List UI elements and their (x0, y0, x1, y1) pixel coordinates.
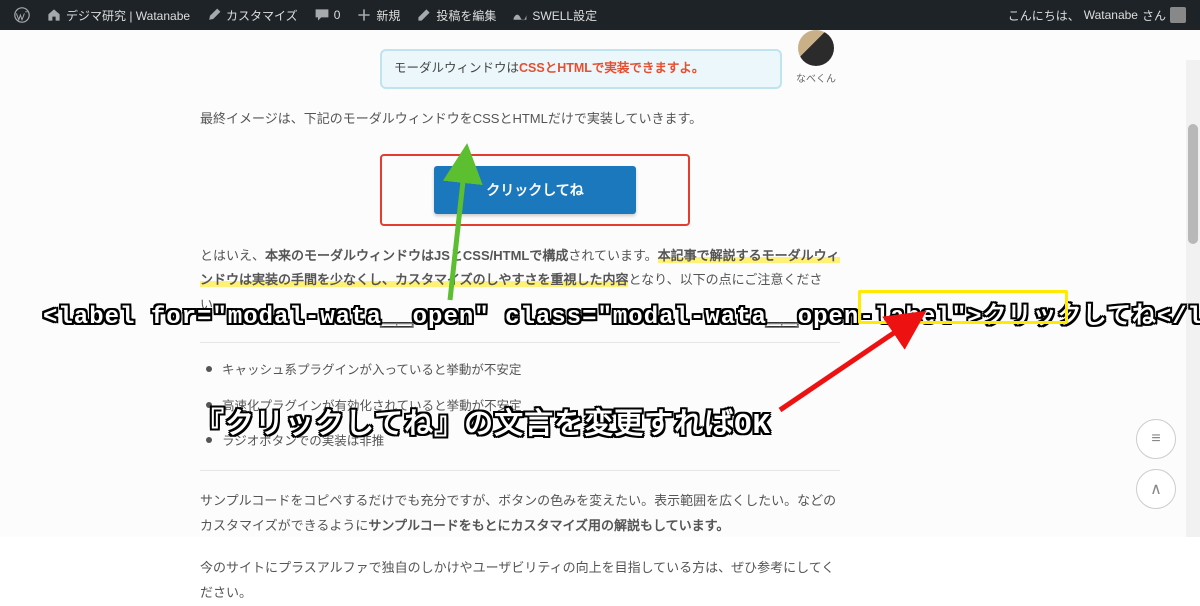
page-body: モーダルウィンドウはCSSとHTMLで実装できますよ。 なべくん 最終イメージは… (0, 30, 1200, 537)
list-item: キャッシュ系プラグインが入っていると挙動が不安定 (200, 353, 840, 389)
customize-paragraph: サンプルコードをコピペするだけでも充分ですが、ボタンの色みを変えたい。表示範囲を… (200, 489, 840, 538)
site-name: デジマ研究 | Watanabe (66, 7, 190, 24)
author-avatar-block: なべくん (796, 30, 840, 89)
comments-link[interactable]: 0 (306, 0, 349, 30)
annotation-code-line: <label for="modal-wata__open" class="mod… (43, 295, 1200, 331)
user-avatar-icon (1170, 7, 1186, 23)
wp-admin-bar: デジマ研究 | Watanabe カスタマイズ 0 新規 投稿を編集 SWELL… (0, 0, 1200, 30)
demo-button-frame: クリックしてね (380, 154, 690, 226)
edit-post-link[interactable]: 投稿を編集 (408, 0, 504, 30)
list-icon: ≡ (1151, 430, 1160, 448)
scroll-top-button[interactable]: ∧ (1136, 469, 1176, 509)
wp-logo[interactable] (6, 0, 38, 30)
swell-icon (512, 7, 528, 23)
info-callout: モーダルウィンドウはCSSとHTMLで実装できますよ。 (380, 49, 782, 89)
scrollbar-thumb[interactable] (1188, 124, 1198, 244)
swell-settings-link[interactable]: SWELL設定 (504, 0, 605, 30)
customize-link[interactable]: カスタマイズ (198, 0, 306, 30)
brush-icon (206, 7, 222, 23)
my-account-link[interactable]: こんにちは、 Watanabe さん (1000, 0, 1194, 30)
plus-icon (356, 7, 372, 23)
home-icon (46, 7, 62, 23)
comment-icon (314, 7, 330, 23)
annotation-explain-line: 『クリックしてね』の文言を変更すればOK (195, 400, 771, 442)
closing-paragraph: 今のサイトにプラスアルファで独自のしかけやユーザビリティの向上を目指している方は… (200, 556, 840, 605)
author-nickname: なべくん (796, 70, 836, 89)
author-avatar-icon (798, 30, 834, 66)
modal-open-button[interactable]: クリックしてね (434, 166, 636, 214)
pencil-icon (416, 7, 432, 23)
site-name-link[interactable]: デジマ研究 | Watanabe (38, 0, 198, 30)
callout-row: モーダルウィンドウはCSSとHTMLで実装できますよ。 なべくん (200, 30, 840, 89)
toc-float-button[interactable]: ≡ (1136, 419, 1176, 459)
wordpress-icon (14, 7, 30, 23)
new-content-link[interactable]: 新規 (348, 0, 408, 30)
chevron-up-icon: ∧ (1150, 479, 1162, 499)
lead-paragraph: 最終イメージは、下記のモーダルウィンドウをCSSとHTMLだけで実装していきます… (200, 107, 840, 132)
